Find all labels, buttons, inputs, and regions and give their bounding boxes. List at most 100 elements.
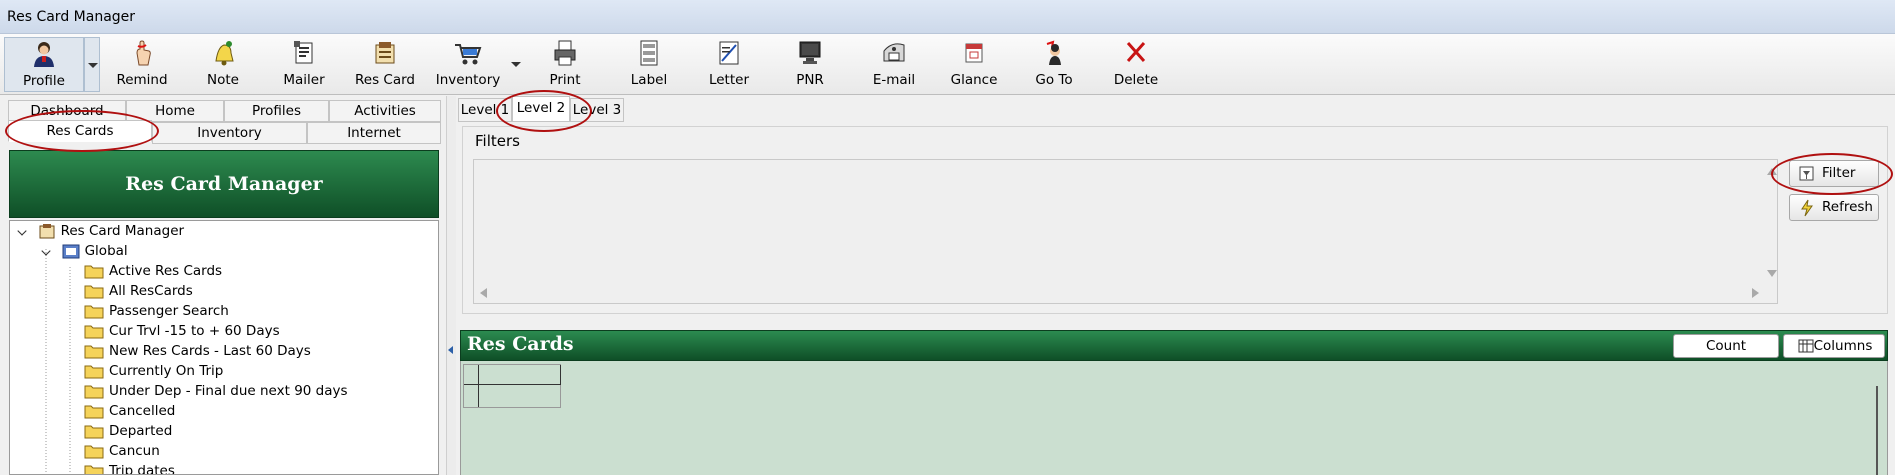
- delete-button[interactable]: Delete: [1108, 37, 1164, 92]
- folder-icon: [84, 365, 104, 379]
- note-button[interactable]: Note: [195, 37, 251, 92]
- letter-button[interactable]: Letter: [702, 37, 756, 92]
- print-button[interactable]: Print: [540, 37, 590, 92]
- pane-splitter[interactable]: [446, 96, 456, 475]
- inventory-button[interactable]: Inventory: [432, 37, 504, 92]
- tree-root-label: Res Card Manager: [60, 223, 185, 239]
- chevron-down-icon[interactable]: [41, 246, 51, 256]
- folder-icon: [84, 325, 104, 339]
- res-card-tree: Res Card Manager Global Active Res Cards…: [9, 220, 439, 475]
- tab-level-1[interactable]: Level 1: [458, 98, 512, 122]
- folder-icon: [84, 385, 104, 399]
- folder-icon: [84, 265, 104, 279]
- pnr-button[interactable]: PNR: [786, 37, 834, 92]
- folder-icon: [84, 405, 104, 419]
- bell-note-icon: [215, 41, 234, 66]
- tree-item-label: New Res Cards - Last 60 Days: [109, 343, 311, 359]
- folder-icon: [84, 305, 104, 319]
- scroll-up-icon[interactable]: [1767, 168, 1777, 175]
- grid-header: Res Cards Count Columns: [460, 330, 1888, 361]
- person-icon: [34, 42, 54, 67]
- folder-icon: [84, 465, 104, 474]
- title-bar: Res Card Manager: [0, 0, 1895, 34]
- tab-inventory[interactable]: Inventory: [152, 122, 307, 144]
- profile-button[interactable]: Profile: [4, 37, 84, 92]
- tree-item[interactable]: Departed: [84, 421, 172, 441]
- tree-item[interactable]: Cancelled: [84, 401, 175, 421]
- grid-title: Res Cards: [467, 333, 574, 355]
- scroll-left-icon[interactable]: [480, 288, 487, 298]
- grid-scrollbar[interactable]: [1876, 386, 1878, 475]
- tree-item-label: Cur Trvl -15 to + 60 Days: [109, 323, 280, 339]
- tree-item-label: Cancun: [109, 443, 160, 459]
- columns-button[interactable]: Columns: [1783, 334, 1885, 358]
- toolbar: Profile Remind Note Mailer Res Card Inve…: [0, 34, 1895, 95]
- refresh-button[interactable]: Refresh: [1789, 194, 1879, 221]
- profile-dropdown[interactable]: [84, 37, 100, 92]
- columns-icon: [1798, 339, 1814, 353]
- tree-item-label: Departed: [109, 423, 173, 439]
- filters-group: Filters Filter Refresh: [462, 126, 1888, 314]
- tree-item[interactable]: New Res Cards - Last 60 Days: [84, 341, 311, 361]
- tab-level-2[interactable]: Level 2: [512, 96, 570, 122]
- monitor-icon: [799, 41, 821, 64]
- tree-item-label: Currently On Trip: [109, 363, 224, 379]
- tree-item[interactable]: Currently On Trip: [84, 361, 223, 381]
- remind-button[interactable]: Remind: [112, 37, 172, 92]
- tree-item-label: Trip dates: [109, 463, 175, 475]
- tree-node-root[interactable]: Res Card Manager: [16, 221, 184, 241]
- tree-item[interactable]: Cancun: [84, 441, 160, 461]
- glance-button[interactable]: Glance: [946, 37, 1002, 92]
- tree-item-label: Under Dep - Final due next 90 days: [109, 383, 348, 399]
- finger-string-icon: [136, 40, 151, 66]
- tab-activities[interactable]: Activities: [329, 100, 441, 122]
- printer-icon: [554, 40, 576, 66]
- email-button[interactable]: E-mail: [866, 37, 922, 92]
- letter-icon: [719, 41, 739, 65]
- tree-item[interactable]: All ResCards: [84, 281, 193, 301]
- tree-item[interactable]: Passenger Search: [84, 301, 229, 321]
- filter-button[interactable]: Filter: [1789, 160, 1879, 187]
- mailer-button[interactable]: Mailer: [276, 37, 332, 92]
- tree-item[interactable]: Under Dep - Final due next 90 days: [84, 381, 348, 401]
- email-icon: [883, 43, 905, 62]
- scroll-right-icon[interactable]: [1752, 288, 1759, 298]
- res-card-icon: [39, 224, 55, 239]
- tab-profiles[interactable]: Profiles: [224, 100, 329, 122]
- res-cards-grid[interactable]: [460, 361, 1888, 475]
- global-folder-icon: [62, 244, 80, 259]
- tree-item[interactable]: Trip dates: [84, 461, 175, 475]
- lightning-icon: [1801, 199, 1813, 217]
- label-button[interactable]: Label: [622, 37, 676, 92]
- mailer-icon: [294, 41, 313, 64]
- scroll-down-icon[interactable]: [1767, 270, 1777, 277]
- res-card-icon: [375, 42, 395, 64]
- tree-item-label: Cancelled: [109, 403, 176, 419]
- go-to-button[interactable]: Go To: [1028, 37, 1080, 92]
- collapse-arrow-icon[interactable]: [448, 346, 453, 354]
- delete-x-icon: [1126, 42, 1146, 62]
- level-tab-strip: Level 1 Level 2 Level 3: [458, 96, 638, 122]
- tab-res-cards[interactable]: Res Cards: [8, 120, 152, 142]
- filter-icon: [1799, 166, 1814, 181]
- filter-area[interactable]: [473, 159, 1778, 304]
- left-tab-strip: Dashboard Home Profiles Activities Res C…: [0, 96, 445, 144]
- res-card-button[interactable]: Res Card: [350, 37, 420, 92]
- tab-dashboard[interactable]: Dashboard: [8, 100, 126, 122]
- count-button[interactable]: Count: [1673, 334, 1779, 358]
- tree-item[interactable]: Active Res Cards: [84, 261, 222, 281]
- filters-legend: Filters: [475, 132, 520, 150]
- left-panel-title: Res Card Manager: [125, 173, 323, 195]
- label-icon: [640, 40, 658, 66]
- folder-icon: [84, 425, 104, 439]
- chevron-down-icon[interactable]: [17, 226, 27, 236]
- tab-internet[interactable]: Internet: [307, 122, 441, 144]
- inventory-dropdown[interactable]: [508, 37, 524, 92]
- tree-node-global[interactable]: Global: [40, 241, 128, 261]
- empty-grid-cell-header: [463, 364, 561, 408]
- tree-item-label: All ResCards: [109, 283, 193, 299]
- calendar-icon: [965, 43, 983, 63]
- tab-level-3[interactable]: Level 3: [570, 98, 624, 122]
- tab-home[interactable]: Home: [126, 100, 224, 122]
- tree-item[interactable]: Cur Trvl -15 to + 60 Days: [84, 321, 280, 341]
